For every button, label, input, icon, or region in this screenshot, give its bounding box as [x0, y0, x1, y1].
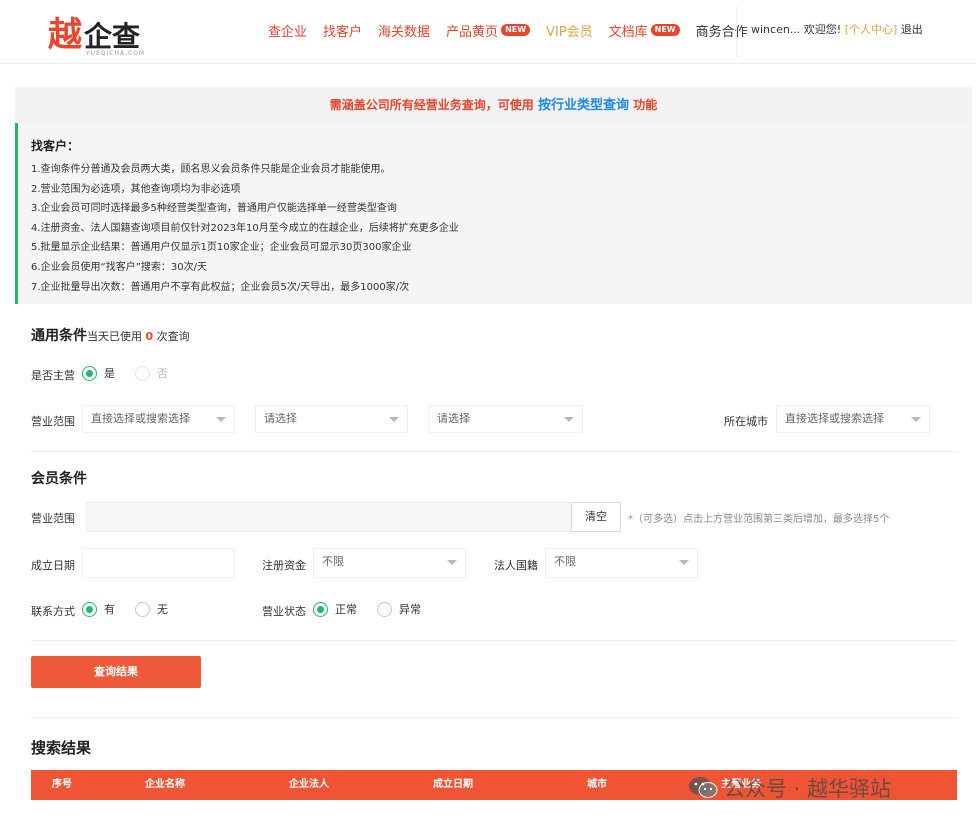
- logo-text: 企查: [84, 20, 141, 53]
- main-business-label: 是否主营: [31, 369, 75, 382]
- general-conditions-title: 通用条件: [31, 328, 87, 344]
- radio-dot: [135, 365, 150, 381]
- notice-bar: 需涵盖公司所有经营业务查询，可使用 按行业类型查询 功能: [15, 87, 972, 123]
- tips-title: 找客户：: [31, 139, 80, 153]
- chevron-down-icon: [564, 417, 574, 422]
- chevron-down-icon: [216, 417, 226, 422]
- tips-line: 3.企业会员可同时选择最多5种经营类型查询，普通用户仅能选择单一经营类型查询: [31, 203, 397, 215]
- scope-label: 营业范围: [31, 415, 75, 428]
- capital-select[interactable]: 不限: [313, 548, 466, 578]
- section-divider: [31, 717, 957, 718]
- logo[interactable]: 越 企查 YUEQICHA.COM: [48, 14, 144, 57]
- city-label: 所在城市: [724, 415, 768, 428]
- chevron-down-icon: [447, 560, 457, 565]
- column-header-company: 企业名称: [145, 779, 185, 790]
- nav-business-cooperation[interactable]: 商务合作: [696, 21, 748, 40]
- column-header-index: 序号: [52, 779, 72, 790]
- tips-line: 1.查询条件分普通及会员两大类，顾名思义会员条件只能是企业会员才能能使用。: [31, 164, 391, 175]
- nav-document-library[interactable]: 文档库 NEW: [609, 21, 680, 40]
- tips-line: 6.企业会员使用“找客户”搜索：30次/天: [31, 261, 207, 273]
- usage-count: 0: [145, 330, 154, 343]
- watermark: 公众号 · 越华驿站: [688, 770, 891, 806]
- nav-customs-data[interactable]: 海关数据: [378, 21, 430, 40]
- chevron-down-icon: [679, 560, 689, 565]
- status-label: 营业状态: [262, 605, 306, 618]
- usage-counter: 当天已使用 0 次查询: [87, 330, 190, 343]
- new-badge: NEW: [501, 24, 531, 36]
- capital-label: 注册资金: [262, 559, 306, 572]
- logo-subtitle: YUEQICHA.COM: [86, 50, 146, 57]
- watermark-text: 公众号 · 越华驿站: [724, 777, 892, 801]
- scope-select-level3[interactable]: 请选择: [428, 405, 583, 433]
- nav-find-customers[interactable]: 找客户: [323, 21, 362, 40]
- header-divider: [736, 6, 737, 58]
- logout-link[interactable]: 退出: [901, 23, 923, 36]
- query-results-button[interactable]: 查询结果: [31, 656, 201, 688]
- main-business-no-radio[interactable]: 否: [135, 365, 168, 381]
- section-divider: [31, 451, 957, 452]
- contact-label: 联系方式: [31, 605, 75, 618]
- tips-line: 7.企业批量导出次数：普通用户不享有此权益；企业会员5次/天导出，最多1000家…: [31, 281, 410, 293]
- notice-prefix: 需涵盖公司所有经营业务查询，可使用: [329, 98, 534, 112]
- chevron-down-icon: [911, 417, 921, 422]
- main-nav: 查企业 找客户 海关数据 产品黄页 NEW VIP会员 文档库 NEW 商务合作: [268, 20, 764, 40]
- new-badge: NEW: [650, 24, 680, 36]
- clear-button[interactable]: 清空: [571, 502, 621, 532]
- nav-search-company[interactable]: 查企业: [268, 21, 307, 40]
- radio-dot: [82, 601, 97, 617]
- industry-query-link[interactable]: 按行业类型查询: [538, 98, 629, 113]
- main-business-yes-radio[interactable]: 是: [82, 365, 115, 381]
- nav-product-yellow-pages[interactable]: 产品黄页 NEW: [446, 21, 531, 40]
- user-area: wincen... 欢迎您! [个人中心] 退出: [751, 21, 923, 37]
- column-header-legal-rep: 企业法人: [289, 779, 329, 790]
- tips-line: 4.注册资金、法人国籍查询项目前仅针对2023年10月至今成立的在越企业，后续将…: [31, 222, 459, 234]
- column-header-city: 城市: [587, 779, 607, 790]
- section-divider: [31, 640, 957, 641]
- nationality-select[interactable]: 不限: [545, 548, 698, 578]
- user-center-link[interactable]: [个人中心]: [845, 23, 898, 36]
- radio-dot: [135, 601, 150, 617]
- founded-date-input[interactable]: [82, 548, 235, 578]
- member-scope-label: 营业范围: [31, 512, 75, 525]
- nationality-label: 法人国籍: [494, 559, 538, 572]
- wechat-icon: [689, 777, 718, 798]
- member-conditions-title: 会员条件: [31, 471, 87, 487]
- notice-suffix: 功能: [633, 98, 658, 112]
- top-header: 越 企查 YUEQICHA.COM 查企业 找客户 海关数据 产品黄页 NEW V…: [0, 0, 976, 64]
- results-title: 搜索结果: [31, 739, 92, 757]
- radio-dot: [377, 601, 392, 617]
- scope-hint: *（可多选）点击上方营业范围第三类后增加，最多选择5个: [628, 514, 890, 525]
- tips-line: 2.营业范围为必选项，其他查询项均为非必选项: [31, 183, 241, 195]
- contact-yes-radio[interactable]: 有: [82, 601, 115, 617]
- member-scope-multiselect[interactable]: [86, 502, 572, 532]
- status-normal-radio[interactable]: 正常: [313, 601, 357, 617]
- column-header-founded: 成立日期: [433, 779, 473, 790]
- city-select[interactable]: 直接选择或搜索选择: [776, 405, 930, 433]
- chevron-down-icon: [389, 417, 399, 422]
- founded-date-label: 成立日期: [31, 559, 75, 572]
- scope-select-level2[interactable]: 请选择: [255, 405, 408, 433]
- radio-dot: [82, 365, 97, 381]
- status-abnormal-radio[interactable]: 异常: [377, 601, 421, 617]
- scope-select-level1[interactable]: 直接选择或搜索选择: [82, 405, 235, 433]
- nav-vip-member[interactable]: VIP会员: [546, 21, 593, 40]
- radio-dot: [313, 601, 328, 617]
- tips-panel: 找客户： 1.查询条件分普通及会员两大类，顾名思义会员条件只能是企业会员才能能使…: [15, 123, 972, 304]
- user-greeting: wincen... 欢迎您!: [751, 23, 842, 36]
- logo-mark: 越: [48, 15, 82, 55]
- contact-no-radio[interactable]: 无: [135, 601, 168, 617]
- tips-line: 5.批量显示企业结果：普通用户仅显示1页10家企业；企业会员可显示30页300家…: [31, 242, 412, 254]
